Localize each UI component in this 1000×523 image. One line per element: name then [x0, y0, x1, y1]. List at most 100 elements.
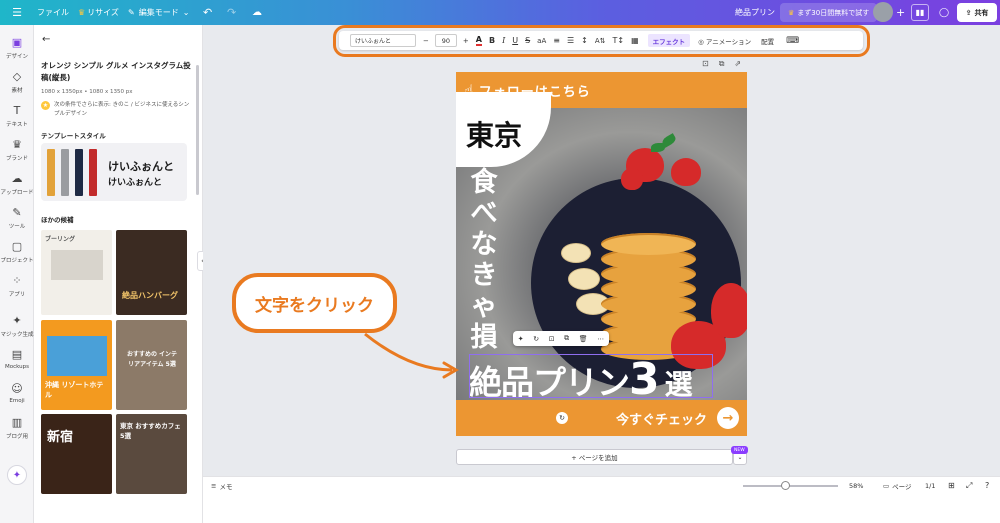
- menu-icon[interactable]: ☰: [11, 0, 23, 25]
- mockups-icon: ▤: [11, 348, 23, 361]
- pages-icon: ▭: [883, 481, 890, 490]
- resize-button[interactable]: ♛ リサイズ: [78, 0, 119, 25]
- text-icon: T: [13, 104, 21, 117]
- rail-item-blog[interactable]: ▥ ブログ用: [0, 417, 34, 441]
- comment-icon[interactable]: ◯: [935, 4, 953, 21]
- section-other-templates: ほかの候補: [41, 216, 74, 224]
- template-thumb[interactable]: 東京 おすすめカフェ 5選: [116, 414, 187, 494]
- emoji-icon: ☺: [11, 382, 23, 395]
- page-controls: ⊡ ⧉ ⇗: [702, 59, 741, 69]
- template-title: オレンジ シンプル グルメ インスタグラム投稿(縦長): [41, 61, 191, 82]
- grid-view-icon[interactable]: ⊞: [948, 480, 955, 491]
- design-page[interactable]: ☝ フォローはこちら 東京 食べなきゃ損 絶品プリン3選 ✦ ↻ ⊡ ⧉ 🗑 ⋯…: [456, 72, 747, 436]
- rail-item-brand[interactable]: ♛ ブランド: [0, 139, 34, 163]
- notes-button[interactable]: ≡ メモ: [211, 480, 232, 491]
- upload-icon: ⇪: [965, 8, 972, 17]
- rail-item-upload[interactable]: ☁ アップロード: [0, 173, 34, 197]
- style-card[interactable]: けいふぉんと けいふぉんと: [41, 143, 187, 201]
- back-arrow-icon[interactable]: ←: [42, 34, 50, 45]
- pages-label: ページ: [892, 482, 912, 491]
- crown-icon: ♛: [788, 8, 795, 17]
- magic-edit-icon[interactable]: ✦: [518, 335, 524, 343]
- duplicate-icon[interactable]: ⧉: [564, 334, 569, 343]
- rail-item-projects[interactable]: ▢ プロジェクト: [0, 240, 34, 265]
- pages-button[interactable]: ▭ ページ: [883, 480, 912, 491]
- zoom-slider-handle[interactable]: [781, 481, 790, 490]
- strawberry: [621, 168, 643, 190]
- info-icon: ★: [41, 101, 50, 110]
- magic-assistant-icon[interactable]: ✦: [7, 465, 27, 485]
- vertical-catch-text[interactable]: 食べなきゃ損: [464, 167, 504, 353]
- more-icon[interactable]: ⋯: [597, 335, 604, 343]
- apps-icon: ⁘: [12, 274, 22, 287]
- chevron-down-icon: ⌄: [182, 8, 190, 17]
- design-icon: ▣: [11, 36, 23, 49]
- color-swatch: [61, 149, 69, 196]
- template-dims: 1080 x 1350px • 1080 x 1350 px: [41, 89, 133, 95]
- tokyo-text: 東京: [466, 119, 523, 152]
- zoom-slider[interactable]: [743, 485, 838, 487]
- lock-icon[interactable]: ⊡: [549, 335, 555, 343]
- thumb-text: 東京 おすすめカフェ 5選: [120, 422, 181, 440]
- color-swatch: [89, 149, 97, 196]
- pancake: [601, 233, 696, 255]
- design-title[interactable]: 絶品プリン: [735, 0, 775, 25]
- left-rail: ▣ デザイン ◇ 素材 T テキスト ♛ ブランド ☁ アップロード ✎ ツール ▢ プロジェ…: [0, 25, 34, 523]
- trash-icon[interactable]: 🗑: [579, 335, 588, 343]
- tools-icon: ✎: [12, 206, 22, 219]
- insights-icon[interactable]: ▮▮: [911, 4, 929, 21]
- projects-icon: ▢: [11, 240, 23, 253]
- rail-label: アップロード: [0, 190, 34, 196]
- rail-item-mockups[interactable]: ▤ Mockups: [0, 348, 34, 371]
- template-thumb[interactable]: 沖縄 リゾートホテル: [41, 320, 112, 410]
- export-icon[interactable]: ⇗: [734, 59, 741, 69]
- redo-icon[interactable]: ↷: [227, 0, 236, 25]
- template-thumb[interactable]: おすすめの インテリアアイテム 5選: [116, 320, 187, 410]
- rail-item-tools[interactable]: ✎ ツール: [0, 206, 34, 231]
- thumb-text: 沖縄 リゾートホテル: [45, 381, 104, 399]
- click-text-callout: 文字をクリック: [232, 273, 397, 333]
- file-menu[interactable]: ファイル: [37, 0, 69, 25]
- thumb-text: おすすめの インテリアアイテム 5選: [126, 351, 178, 368]
- cloud-sync-icon[interactable]: ☁: [252, 0, 262, 25]
- rotate-handle-icon[interactable]: ↻: [556, 412, 568, 424]
- banana-slice: [568, 268, 600, 290]
- page-count: 1/1: [925, 481, 936, 490]
- undo-icon[interactable]: ↶: [203, 0, 212, 25]
- template-thumb[interactable]: ブーリング: [41, 230, 112, 315]
- note-text: 次の条件でさらに表示: きのこ / ビジネスに使えるシンプルデザイン: [54, 102, 190, 117]
- thumb-image: [51, 250, 103, 280]
- share-label: 共有: [974, 8, 989, 17]
- rotate-icon[interactable]: ↻: [533, 335, 539, 343]
- zoom-level[interactable]: 58%: [849, 480, 863, 491]
- lock-icon[interactable]: ⊡: [702, 59, 709, 69]
- rail-item-design[interactable]: ▣ デザイン: [0, 36, 34, 61]
- cta-banner[interactable]: ↻ 今すぐチェック →: [456, 400, 747, 436]
- thumb-image: [47, 336, 107, 376]
- thumb-text: 絶品ハンバーグ: [122, 291, 178, 300]
- add-collaborator-icon[interactable]: +: [896, 0, 905, 25]
- add-page-button[interactable]: + ページを追加: [456, 449, 733, 465]
- duplicate-page-icon[interactable]: ⧉: [719, 59, 725, 69]
- callout-arrow: [364, 332, 459, 379]
- panel-scrollbar[interactable]: [196, 65, 199, 195]
- share-button[interactable]: ⇪ 共有: [957, 3, 997, 22]
- trial-button[interactable]: ♛ まず30日間無料で試す: [780, 3, 878, 22]
- new-badge: NEW: [731, 446, 748, 454]
- rail-item-apps[interactable]: ⁘ アプリ: [0, 274, 34, 299]
- edit-mode-dropdown[interactable]: ✎ 編集モード ⌄: [128, 0, 189, 25]
- rail-item-emoji[interactable]: ☺ Emoji: [0, 382, 34, 405]
- template-thumb[interactable]: 絶品ハンバーグ: [116, 230, 187, 315]
- cta-text: 今すぐチェック: [616, 413, 708, 428]
- rail-item-elements[interactable]: ◇ 素材: [0, 71, 34, 95]
- fullscreen-icon[interactable]: ⤢: [966, 480, 972, 491]
- template-thumb[interactable]: 新宿: [41, 414, 112, 494]
- rail-label: ブログ用: [5, 434, 28, 440]
- rail-item-text[interactable]: T テキスト: [0, 104, 34, 129]
- rail-item-magic[interactable]: ✦ マジック生成: [0, 315, 34, 339]
- rail-label: 素材: [11, 88, 23, 94]
- crown-icon: ♛: [78, 8, 86, 17]
- avatar[interactable]: [873, 2, 893, 22]
- help-icon[interactable]: ?: [985, 480, 989, 491]
- status-bar: ≡ メモ 58% ▭ ページ 1/1 ⊞ ⤢ ?: [203, 476, 1000, 493]
